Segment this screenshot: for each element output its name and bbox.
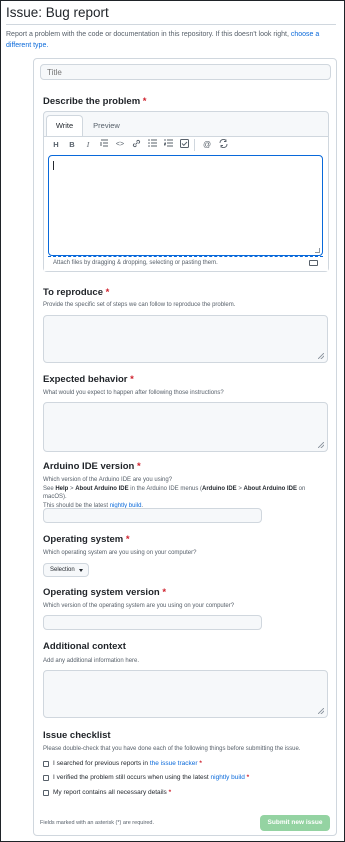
required-marker: * bbox=[130, 374, 134, 385]
title-input[interactable] bbox=[40, 64, 331, 80]
required-marker: * bbox=[125, 534, 130, 545]
checklist-hint: Please double-check that you have done e… bbox=[43, 746, 301, 752]
divider bbox=[6, 24, 336, 25]
checklist-item-text: I verified the problem still occurs when… bbox=[53, 774, 211, 781]
ide-version-label: Arduino IDE version * bbox=[43, 461, 141, 472]
reproduce-textarea[interactable] bbox=[43, 315, 328, 363]
required-marker: * bbox=[246, 774, 250, 781]
required-marker: * bbox=[162, 587, 167, 598]
task-list-icon[interactable] bbox=[178, 139, 190, 151]
issue-tracker-link[interactable]: the issue tracker bbox=[150, 760, 198, 767]
expected-hint: What would you expect to happen after fo… bbox=[43, 390, 224, 396]
checklist-checkbox-2[interactable] bbox=[43, 775, 49, 781]
checklist-item-text: My report contains all necessary details bbox=[53, 789, 169, 796]
ide-version-hint-line2: See Help > About Arduino IDE in the Ardu… bbox=[43, 485, 328, 502]
required-marker: * bbox=[168, 789, 172, 796]
intro-description: Report a problem with the code or docume… bbox=[6, 31, 291, 38]
ide-version-input[interactable] bbox=[43, 508, 262, 523]
hint-text: See bbox=[43, 485, 56, 492]
describe-label-text: Describe the problem bbox=[43, 96, 141, 107]
chevron-down-icon bbox=[79, 569, 83, 572]
numbered-list-icon[interactable] bbox=[162, 139, 174, 151]
describe-textarea[interactable] bbox=[48, 155, 323, 256]
required-fields-note: Fields marked with an asterisk (*) are r… bbox=[40, 820, 155, 826]
os-version-label-text: Operating system version bbox=[43, 587, 160, 598]
hint-bold: Help bbox=[55, 485, 69, 492]
expected-label-text: Expected behavior bbox=[43, 374, 128, 385]
expected-textarea[interactable] bbox=[43, 402, 328, 452]
submit-new-issue-button[interactable]: Submit new issue bbox=[260, 815, 330, 831]
code-icon[interactable]: <> bbox=[114, 139, 126, 151]
os-version-label: Operating system version * bbox=[43, 587, 166, 598]
reproduce-label: To reproduce * bbox=[43, 287, 109, 298]
checklist-item-text: I searched for previous reports in bbox=[53, 760, 150, 767]
context-label: Additional context bbox=[43, 641, 126, 652]
resize-handle[interactable] bbox=[315, 248, 320, 253]
hint-text: in the Arduino IDE menus ( bbox=[128, 485, 203, 492]
checklist-item-1: I searched for previous reports in the i… bbox=[53, 760, 202, 767]
checklist-item-2: I verified the problem still occurs when… bbox=[53, 774, 249, 781]
link-icon[interactable] bbox=[130, 139, 142, 151]
os-version-input[interactable] bbox=[43, 615, 262, 630]
expected-label: Expected behavior * bbox=[43, 374, 134, 385]
hint-bold: Arduino IDE bbox=[202, 485, 237, 492]
quote-icon[interactable] bbox=[98, 139, 110, 151]
tab-preview[interactable]: Preview bbox=[88, 115, 125, 136]
ide-version-hint: Which version of the Arduino IDE are you… bbox=[43, 476, 328, 510]
toolbar-separator bbox=[194, 139, 195, 151]
italic-icon[interactable]: I bbox=[82, 139, 94, 151]
os-select-value: Selection bbox=[50, 567, 75, 573]
text-cursor bbox=[53, 161, 54, 170]
context-textarea[interactable] bbox=[43, 670, 328, 718]
required-marker: * bbox=[136, 461, 141, 472]
intro-text: Report a problem with the code or docume… bbox=[6, 29, 326, 51]
checklist-label: Issue checklist bbox=[43, 730, 111, 741]
markdown-icon bbox=[309, 260, 318, 266]
mention-icon[interactable]: @ bbox=[201, 139, 213, 151]
describe-label: Describe the problem * bbox=[43, 96, 146, 107]
os-hint: Which operating system are you using on … bbox=[43, 550, 197, 556]
resize-handle[interactable] bbox=[318, 442, 324, 448]
ide-version-hint-line1: Which version of the Arduino IDE are you… bbox=[43, 477, 173, 483]
os-label-text: Operating system bbox=[43, 534, 124, 545]
hint-text: > bbox=[236, 485, 244, 492]
os-label: Operating system * bbox=[43, 534, 130, 545]
bulleted-list-icon[interactable] bbox=[146, 139, 158, 151]
hint-bold: About Arduino IDE bbox=[75, 485, 129, 492]
reproduce-label-text: To reproduce bbox=[43, 287, 103, 298]
nightly-build-link[interactable]: nightly build bbox=[211, 774, 245, 781]
resize-handle[interactable] bbox=[318, 353, 324, 359]
context-hint: Add any additional information here. bbox=[43, 658, 140, 664]
checklist-checkbox-3[interactable] bbox=[43, 790, 49, 796]
required-marker: * bbox=[105, 287, 110, 298]
hint-bold: About Arduino IDE bbox=[243, 485, 297, 492]
checklist-item-3: My report contains all necessary details… bbox=[53, 789, 171, 796]
tab-write[interactable]: Write bbox=[46, 115, 83, 136]
resize-handle[interactable] bbox=[318, 708, 324, 714]
os-select[interactable]: Selection bbox=[43, 563, 89, 577]
reference-icon[interactable] bbox=[217, 139, 229, 151]
page-title: Issue: Bug report bbox=[6, 5, 109, 20]
ide-version-label-text: Arduino IDE version bbox=[43, 461, 135, 472]
required-marker: * bbox=[142, 96, 147, 107]
required-marker: * bbox=[199, 760, 202, 767]
os-version-hint: Which version of the operating system ar… bbox=[43, 603, 235, 609]
bold-icon[interactable]: B bbox=[66, 139, 78, 151]
heading-icon[interactable]: H bbox=[50, 139, 62, 151]
attach-files-hint[interactable]: Attach files by dragging & dropping, sel… bbox=[48, 256, 323, 268]
checklist-checkbox-1[interactable] bbox=[43, 761, 49, 767]
reproduce-hint: Provide the specific set of steps we can… bbox=[43, 302, 236, 308]
